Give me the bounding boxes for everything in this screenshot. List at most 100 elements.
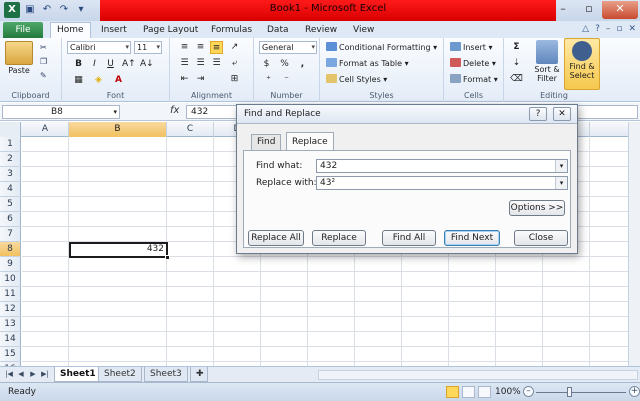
row-header-8[interactable]: 8 [0, 242, 21, 257]
select-all-corner[interactable] [0, 122, 21, 137]
find-what-dropdown-icon[interactable]: ▾ [555, 160, 567, 172]
bold-button[interactable]: B [72, 58, 85, 71]
zoom-out-icon[interactable]: – [523, 386, 534, 397]
underline-button[interactable]: U [104, 58, 117, 71]
find-all-button[interactable]: Find All [382, 230, 436, 246]
fill-color-icon[interactable]: ◈ [92, 74, 105, 87]
insert-function-button[interactable]: fx [170, 105, 179, 116]
paste-button[interactable]: Paste [4, 41, 34, 75]
row-header-7[interactable]: 7 [0, 227, 21, 242]
options-button[interactable]: Options >> [509, 200, 565, 216]
row-header-6[interactable]: 6 [0, 212, 21, 227]
row-header-15[interactable]: 15 [0, 347, 21, 362]
name-box[interactable]: B8 ▾ [2, 105, 120, 119]
tab-view[interactable]: View [353, 23, 374, 38]
next-sheet-icon[interactable]: ▶ [28, 369, 38, 380]
align-left-icon[interactable]: ☰ [178, 57, 191, 70]
row-header-10[interactable]: 10 [0, 272, 21, 287]
replace-all-button[interactable]: Replace All [248, 230, 304, 246]
insert-button[interactable]: Insert ▾ [450, 42, 493, 52]
clear-icon[interactable]: ⌫ [510, 73, 523, 86]
delete-button[interactable]: Delete ▾ [450, 58, 496, 68]
workbook-restore-icon[interactable]: ▫ [616, 24, 622, 34]
last-sheet-icon[interactable]: ▶| [40, 369, 50, 380]
wrap-text-icon[interactable]: ⤶ [228, 57, 241, 70]
customize-icon[interactable]: ▾ [74, 3, 88, 17]
find-what-input[interactable]: 432 ▾ [316, 159, 568, 173]
column-header-c[interactable]: C [167, 122, 214, 137]
workbook-minimize-icon[interactable]: – [606, 24, 611, 34]
currency-button[interactable]: $ [260, 58, 273, 71]
replace-button[interactable]: Replace [312, 230, 366, 246]
zoom-level[interactable]: 100% [495, 387, 521, 397]
cell-styles-button[interactable]: Cell Styles ▾ [326, 74, 387, 84]
row-header-1[interactable]: 1 [0, 137, 21, 152]
row-header-4[interactable]: 4 [0, 182, 21, 197]
help-icon[interactable]: ? [595, 24, 600, 34]
row-header-9[interactable]: 9 [0, 257, 21, 272]
format-painter-icon[interactable]: ✎ [40, 71, 47, 80]
fill-icon[interactable]: ⇣ [510, 57, 523, 70]
borders-icon[interactable]: ▦ [72, 74, 85, 87]
replace-with-dropdown-icon[interactable]: ▾ [555, 177, 567, 189]
font-color-icon[interactable]: A [112, 74, 125, 87]
format-as-table-button[interactable]: Format as Table ▾ [326, 58, 409, 68]
align-right-icon[interactable]: ☰ [210, 57, 223, 70]
sheet-tab-sheet3[interactable]: Sheet3 [144, 367, 188, 382]
redo-icon[interactable]: ↷ [57, 3, 71, 17]
font-size-combo[interactable]: 11 ▾ [134, 41, 162, 54]
tab-review[interactable]: Review [305, 23, 337, 38]
dialog-tab-replace[interactable]: Replace [286, 132, 334, 151]
active-cell-b8[interactable]: 432 [69, 242, 170, 260]
copy-icon[interactable]: ❐ [40, 57, 47, 66]
dialog-title-bar[interactable]: Find and Replace ? ✕ [237, 105, 577, 124]
close-window-button[interactable]: ✕ [602, 1, 638, 19]
first-sheet-icon[interactable]: |◀ [4, 369, 14, 380]
align-top-icon[interactable]: ≡ [178, 41, 191, 54]
save-icon[interactable]: ▣ [23, 3, 37, 17]
sheet-tab-sheet1[interactable]: Sheet1 [54, 367, 102, 382]
zoom-in-icon[interactable]: + [629, 386, 640, 397]
increase-decimal-icon[interactable]: ⁺ [262, 74, 275, 87]
row-header-12[interactable]: 12 [0, 302, 21, 317]
decrease-decimal-icon[interactable]: ⁻ [280, 74, 293, 87]
italic-button[interactable]: I [88, 58, 101, 71]
column-header-a[interactable]: A [22, 122, 69, 137]
conditional-formatting-button[interactable]: Conditional Formatting ▾ [326, 42, 437, 52]
zoom-slider-track[interactable] [536, 392, 626, 393]
prev-sheet-icon[interactable]: ◀ [16, 369, 26, 380]
number-format-combo[interactable]: General ▾ [259, 41, 317, 54]
row-header-5[interactable]: 5 [0, 197, 21, 212]
vertical-scrollbar[interactable] [628, 122, 640, 366]
dialog-tab-find[interactable]: Find [251, 134, 282, 150]
minimize-button[interactable]: – [550, 1, 576, 19]
tab-page-layout[interactable]: Page Layout [143, 23, 198, 38]
row-header-14[interactable]: 14 [0, 332, 21, 347]
tab-file[interactable]: File [3, 22, 43, 38]
increase-font-icon[interactable]: A↑ [122, 58, 136, 71]
row-header-3[interactable]: 3 [0, 167, 21, 182]
decrease-indent-icon[interactable]: ⇤ [178, 73, 191, 86]
tab-insert[interactable]: Insert [101, 23, 127, 38]
dialog-close-icon[interactable]: ✕ [553, 107, 571, 121]
autosum-button[interactable]: Σ [510, 41, 523, 54]
maximize-button[interactable]: ▫ [576, 1, 602, 19]
replace-with-input[interactable]: 43² ▾ [316, 176, 568, 190]
zoom-slider-thumb[interactable] [567, 387, 572, 397]
row-header-11[interactable]: 11 [0, 287, 21, 302]
row-header-2[interactable]: 2 [0, 152, 21, 167]
page-break-view-icon[interactable] [478, 386, 491, 398]
insert-sheet-icon[interactable]: ✚ [190, 367, 208, 382]
dialog-help-button[interactable]: ? [529, 107, 547, 121]
align-center-icon[interactable]: ☰ [194, 57, 207, 70]
page-layout-view-icon[interactable] [462, 386, 475, 398]
cut-icon[interactable]: ✂ [40, 43, 47, 52]
increase-indent-icon[interactable]: ⇥ [194, 73, 207, 86]
sort-filter-button[interactable]: Sort & Filter [530, 40, 564, 83]
tab-data[interactable]: Data [267, 23, 289, 38]
align-bottom-icon[interactable]: ≡ [210, 41, 223, 54]
find-next-button[interactable]: Find Next [444, 230, 500, 246]
find-select-button[interactable]: Find & Select [564, 38, 600, 90]
column-header-b[interactable]: B [69, 122, 167, 137]
undo-icon[interactable]: ↶ [40, 3, 54, 17]
